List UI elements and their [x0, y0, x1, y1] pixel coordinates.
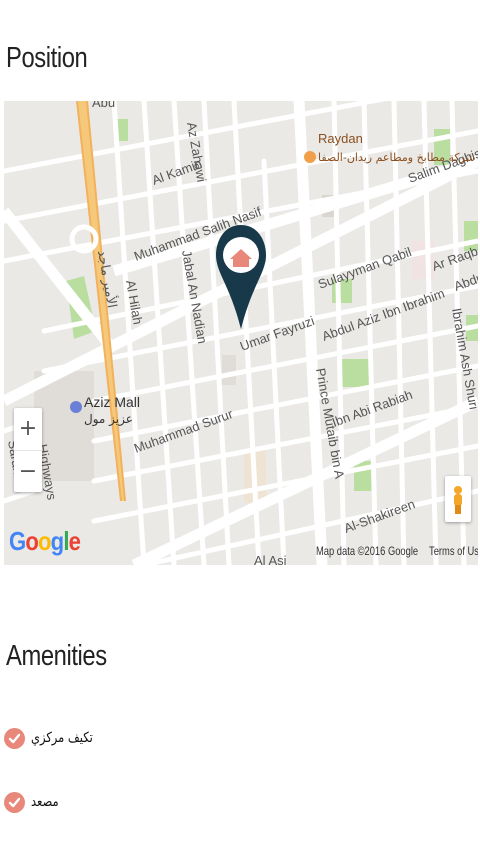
amenity-label: مصعد — [31, 794, 59, 810]
zoom-control: + − — [14, 408, 42, 492]
zoom-out-button[interactable]: − — [14, 451, 42, 493]
amenity-label: تكيف مركزي — [31, 730, 93, 746]
check-icon — [4, 791, 25, 813]
check-icon — [4, 727, 25, 749]
poi-label-ar: عزيز مول — [84, 412, 133, 427]
amenity-item: تكيف مركزي — [4, 725, 106, 751]
map[interactable]: Al Kamin Az Zahawi Muhammad Salih Nasif … — [4, 101, 478, 565]
map-attribution: Map data ©2016 Google Terms of Use — [316, 544, 478, 558]
poi-label: Aziz Mall — [84, 394, 140, 410]
park — [342, 359, 372, 387]
street-label: Al Asi — [254, 553, 287, 565]
amenity-item: مصعد — [4, 789, 65, 815]
parcel — [222, 355, 236, 385]
terms-link[interactable]: Terms of Use — [429, 544, 478, 558]
street-view-pegman[interactable] — [445, 476, 471, 522]
pegman-icon — [454, 486, 462, 514]
position-title: Position — [6, 42, 88, 74]
shopping-icon[interactable] — [70, 401, 82, 413]
restaurant-icon[interactable] — [304, 151, 316, 163]
map-canvas[interactable]: Al Kamin Az Zahawi Muhammad Salih Nasif … — [4, 101, 478, 565]
street-label: Abu — [92, 101, 115, 110]
zoom-in-button[interactable]: + — [14, 408, 42, 451]
amenities-title: Amenities — [6, 640, 107, 672]
attribution-text: Map data ©2016 Google — [316, 544, 419, 558]
google-logo: Google — [9, 526, 81, 556]
poi-label: Raydan — [318, 131, 363, 146]
poi-label-ar: شركة مطابخ ومطاعم ريدان-الصفا — [318, 151, 475, 164]
